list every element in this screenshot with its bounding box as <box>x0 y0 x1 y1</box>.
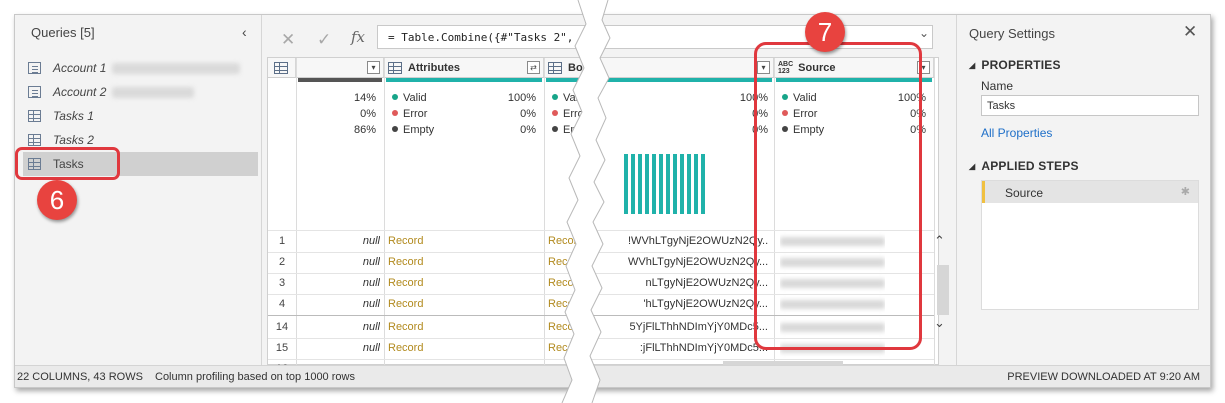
step-label: Source <box>1005 186 1044 200</box>
expand-icon[interactable]: ⇄ <box>527 61 540 74</box>
distribution-chart <box>624 154 705 214</box>
check-icon[interactable]: ✓ <box>317 30 331 50</box>
parameter-icon <box>28 86 41 98</box>
close-icon[interactable]: ✕ <box>281 30 295 50</box>
scroll-down-icon[interactable]: ⌄ <box>934 315 945 331</box>
column-quality-stats: 14% 0% 86% <box>353 92 376 136</box>
distribution-bar <box>631 154 635 214</box>
query-item-tasks-1[interactable]: Tasks 1 <box>23 104 258 128</box>
distribution-bar <box>652 154 656 214</box>
quality-bar <box>386 78 542 82</box>
blurred-text <box>112 86 195 98</box>
close-icon[interactable]: ✕ <box>1183 22 1197 42</box>
distribution-bar <box>701 154 705 214</box>
distribution-bar <box>680 154 684 214</box>
distribution-bar <box>659 154 663 214</box>
record-link[interactable]: Record <box>388 273 423 294</box>
columns-rows-count: 22 COLUMNS, 43 ROWS <box>17 371 143 383</box>
all-properties-link[interactable]: All Properties <box>981 126 1052 140</box>
column-header-attributes[interactable]: Attributes ⇄ <box>384 58 544 78</box>
collapse-triangle-icon: ◢ <box>969 61 976 70</box>
record-link[interactable]: Record <box>388 338 423 359</box>
distribution-bar <box>638 154 642 214</box>
record-link[interactable]: Record <box>388 317 423 338</box>
profiling-status[interactable]: Column profiling based on top 1000 rows <box>155 371 355 383</box>
record-link[interactable]: Record <box>388 294 423 315</box>
table-icon <box>274 61 288 74</box>
table-icon <box>28 110 41 122</box>
table-icon <box>28 134 41 146</box>
highlight-box-tasks <box>15 147 120 180</box>
divider <box>384 58 385 366</box>
torn-edge-overlay <box>561 0 611 403</box>
grid-corner-menu[interactable] <box>268 58 296 78</box>
vertical-scrollbar-thumb[interactable] <box>937 265 949 315</box>
chevron-down-icon[interactable]: ⌄ <box>919 26 929 40</box>
divider <box>544 58 545 366</box>
parameter-icon <box>28 62 41 74</box>
query-item-account-1[interactable]: Account 1 <box>23 56 258 80</box>
properties-header[interactable]: ◢ PROPERTIES <box>969 58 1061 72</box>
highlight-box-source <box>754 42 922 350</box>
collapse-pane-icon[interactable]: ‹ <box>242 24 247 40</box>
settings-title: Query Settings <box>969 26 1055 41</box>
query-label: Account 1 <box>53 61 107 75</box>
gear-icon[interactable]: ✱ <box>1181 185 1190 198</box>
distribution-bar <box>687 154 691 214</box>
record-link[interactable]: Record <box>388 231 423 252</box>
distribution-bar <box>673 154 677 214</box>
callout-badge-7: 7 <box>805 12 845 52</box>
record-link[interactable]: Record <box>388 252 423 273</box>
column-name: Attributes <box>408 61 460 74</box>
fx-icon[interactable]: fx <box>351 28 365 46</box>
applied-steps-list: Source ✱ <box>981 180 1199 310</box>
query-label: Tasks 2 <box>53 133 94 147</box>
table-icon <box>388 61 402 74</box>
column-quality-stats: Valid 100% Error 0% Empty 0% <box>392 90 536 138</box>
blurred-text <box>112 62 241 74</box>
query-label: Tasks 1 <box>53 109 94 123</box>
query-name-input[interactable] <box>981 95 1199 116</box>
chevron-down-icon[interactable]: ▾ <box>367 61 380 74</box>
quality-bar <box>298 78 382 82</box>
distribution-bar <box>645 154 649 214</box>
name-label: Name <box>981 79 1014 93</box>
applied-step-source[interactable]: Source ✱ <box>982 181 1198 203</box>
collapse-triangle-icon: ◢ <box>969 162 976 171</box>
distribution-bar <box>694 154 698 214</box>
queries-title: Queries [5] <box>31 25 95 40</box>
query-label: Account 2 <box>53 85 107 99</box>
query-item-account-2[interactable]: Account 2 <box>23 80 258 104</box>
callout-badge-6: 6 <box>37 180 77 220</box>
divider <box>296 58 297 366</box>
column-header-first[interactable]: ▾ <box>296 58 384 78</box>
distribution-bar <box>624 154 628 214</box>
formula-text: = Table.Combine({#"Tasks 2", <box>388 31 574 44</box>
distribution-bar <box>666 154 670 214</box>
query-settings-pane: Query Settings ✕ ◢PROPERTIES Name All Pr… <box>956 15 1210 365</box>
applied-steps-header[interactable]: ◢ APPLIED STEPS <box>969 159 1079 173</box>
preview-status: PREVIEW DOWNLOADED AT 9:20 AM <box>1007 371 1200 383</box>
scroll-up-icon[interactable]: ⌃ <box>934 233 945 249</box>
